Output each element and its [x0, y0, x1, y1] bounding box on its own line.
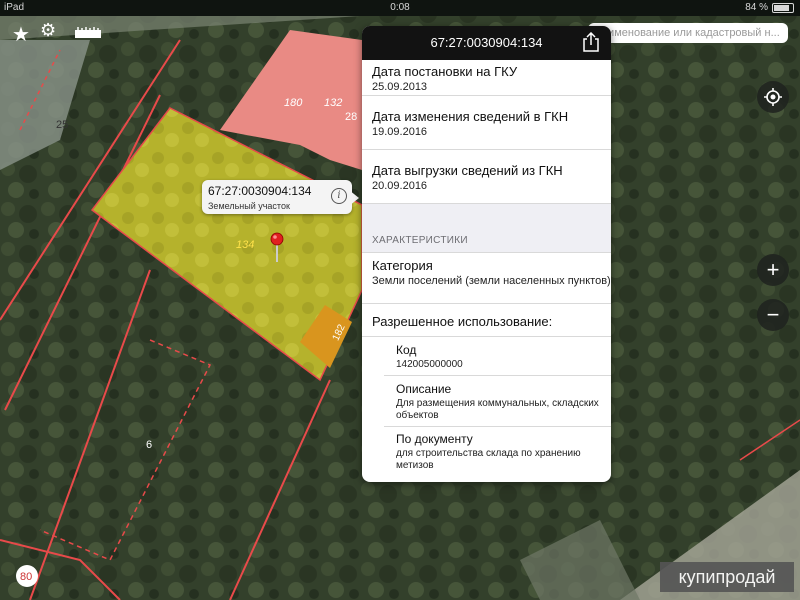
clock: 0:08 [390, 2, 410, 13]
crosshair-icon [764, 88, 782, 106]
row-value: Земли поселений (земли населенных пункто… [372, 275, 611, 287]
panel-title: 67:27:0030904:134 [430, 35, 543, 50]
minus-icon: − [766, 302, 780, 327]
row-value: для строительства склада по хранению мет… [396, 448, 581, 471]
info-icon[interactable]: i [331, 188, 347, 204]
map-label-28: 28 [345, 111, 357, 123]
row-value: Для размещения коммунальных, складских о… [396, 398, 599, 421]
row-label: По документу [396, 432, 473, 446]
battery-fill [774, 4, 790, 11]
status-bar: iPad 0:08 84 % [0, 0, 800, 16]
panel-header: 67:27:0030904:134 [362, 26, 611, 60]
map-pin-icon[interactable] [270, 232, 284, 262]
plus-icon: + [766, 257, 780, 282]
locate-me-button[interactable] [757, 81, 789, 113]
row-value: 20.09.2016 [372, 180, 428, 192]
parcel-details-panel[interactable]: 67:27:0030904:134 Дата постановки на ГКУ… [362, 26, 611, 482]
map-label-134: 134 [236, 239, 254, 251]
map-label-80: 80 [20, 571, 32, 583]
battery-status: 84 % [745, 2, 794, 13]
row-by-document: По документу для строительства склада по… [384, 427, 611, 477]
settings-gear-icon[interactable]: ⚙ [40, 20, 56, 41]
share-icon[interactable] [583, 32, 599, 52]
battery-icon [772, 2, 794, 13]
map-label-6: 6 [146, 439, 152, 451]
row-label: Дата выгрузки сведений из ГКН [372, 163, 563, 178]
row-label: Описание [396, 382, 452, 396]
row-registration-date: Дата постановки на ГКУ 25.09.2013 [362, 60, 611, 96]
zoom-out-button[interactable]: − [757, 299, 789, 331]
section-header-characteristics: ХАРАКТЕРИСТИКИ [362, 204, 611, 253]
map-label-25: 25 [56, 119, 68, 131]
search-input[interactable] [588, 23, 788, 43]
row-label: Код [396, 343, 417, 357]
row-description: Описание Для размещения коммунальных, ск… [384, 376, 611, 427]
callout-title: 67:27:0030904:134 [208, 184, 312, 198]
battery-percent: 84 % [745, 2, 768, 13]
row-permitted-use: Разрешенное использование: [362, 304, 611, 337]
map-label-132: 132 [324, 97, 342, 109]
row-category: Категория Земли поселений (земли населен… [362, 253, 611, 304]
row-code: Код 142005000000 [384, 337, 611, 376]
row-value: 19.09.2016 [372, 126, 428, 138]
row-change-date: Дата изменения сведений в ГКН 19.09.2016 [362, 96, 611, 150]
row-export-date: Дата выгрузки сведений из ГКН 20.09.2016 [362, 150, 611, 204]
row-label: Категория [372, 258, 433, 273]
parcel-callout[interactable]: 67:27:0030904:134 Земельный участок i [202, 180, 352, 214]
section-title: ХАРАКТЕРИСТИКИ [372, 235, 468, 246]
map-label-180: 180 [284, 97, 303, 109]
callout-subtitle: Земельный участок [208, 201, 290, 211]
row-label: Дата изменения сведений в ГКН [372, 109, 569, 124]
row-value: 142005000000 [396, 359, 463, 370]
row-label: Разрешенное использование: [372, 314, 553, 329]
row-label: Дата постановки на ГКУ [372, 64, 518, 79]
zoom-in-button[interactable]: + [757, 254, 789, 286]
watermark-logo: купипродай [660, 562, 794, 592]
favorites-star-icon[interactable]: ★ [12, 22, 30, 47]
row-value: 25.09.2013 [372, 81, 428, 93]
ruler-icon[interactable] [74, 24, 102, 40]
callout-arrow [349, 190, 359, 206]
